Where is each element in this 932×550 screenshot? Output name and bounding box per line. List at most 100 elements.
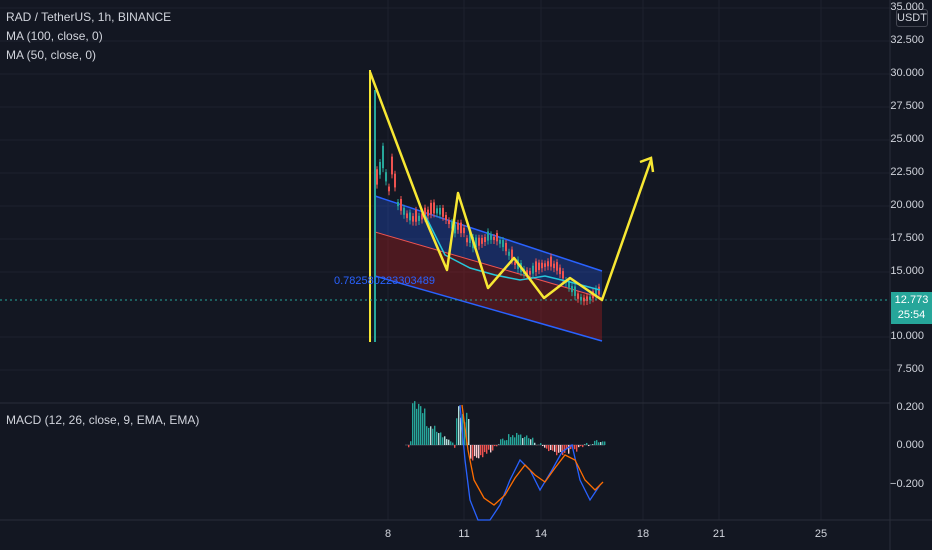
histogram-bar <box>496 445 498 447</box>
candle-body <box>457 222 459 230</box>
candle-body <box>436 208 438 214</box>
candle-body <box>496 233 498 242</box>
histogram-bar <box>484 445 486 453</box>
candle-body <box>412 216 414 222</box>
histogram-bar <box>458 406 460 445</box>
macd-legend[interactable]: MACD (12, 26, close, 9, EMA, EMA) <box>6 413 199 427</box>
histogram-bar <box>522 438 524 445</box>
chart-canvas[interactable] <box>0 0 932 550</box>
histogram-bar <box>516 432 518 445</box>
candle-body <box>538 262 540 271</box>
histogram-bar <box>518 434 520 445</box>
candle-body <box>589 296 591 300</box>
bar-countdown: 25:54 <box>897 309 926 321</box>
histogram-bar <box>452 442 454 445</box>
candle-body <box>478 237 480 246</box>
histogram-bar <box>470 445 472 459</box>
histogram-bar <box>514 437 516 445</box>
histogram-bar <box>584 444 586 445</box>
last-price-badge: 12.773 25:54 <box>891 292 932 324</box>
histogram-bar <box>486 445 488 454</box>
histogram-bar <box>600 442 602 445</box>
candle-body <box>430 202 432 215</box>
candle-body <box>382 145 384 169</box>
candle-body <box>502 239 504 248</box>
macd-tick: 0.200 <box>896 401 924 413</box>
histogram-bar <box>502 438 504 445</box>
candle-body <box>460 222 462 234</box>
candle-body <box>379 162 381 175</box>
ma-100-legend[interactable]: MA (100, close, 0) <box>6 29 103 43</box>
candle-body <box>547 261 549 267</box>
candle-body <box>463 227 465 234</box>
candle-body <box>577 293 579 299</box>
price-tick: 35.000 <box>890 1 924 13</box>
macd-line <box>459 404 601 521</box>
histogram-bar <box>454 445 456 448</box>
histogram-bar <box>482 445 484 458</box>
histogram-bar <box>472 445 474 461</box>
histogram-bar <box>552 445 554 451</box>
histogram-bar <box>442 437 444 445</box>
last-price-value: 12.773 <box>894 294 929 306</box>
histogram-bar <box>488 445 490 450</box>
candle-body <box>418 215 420 221</box>
price-tick: 20.000 <box>890 199 924 211</box>
histogram-bar <box>450 441 452 445</box>
histogram-bar <box>592 444 594 445</box>
symbol-title[interactable]: RAD / TetherUS, 1h, BINANCE <box>6 10 171 24</box>
candle-body <box>406 213 408 219</box>
price-tick: 7.500 <box>896 363 924 375</box>
histogram-bar <box>446 439 448 445</box>
histogram-bar <box>422 413 424 445</box>
histogram-bar <box>504 440 506 445</box>
candle-body <box>505 242 507 252</box>
price-tick: 15.000 <box>890 265 924 277</box>
histogram-bar <box>540 443 542 445</box>
candle-body <box>448 220 450 225</box>
histogram-bar <box>542 445 544 447</box>
histogram-bar <box>430 426 432 445</box>
price-tick: 25.000 <box>890 133 924 145</box>
candle-body <box>571 286 573 293</box>
histogram-bar <box>492 445 494 451</box>
histogram-bar <box>508 434 510 445</box>
candle-body <box>493 236 495 241</box>
ma-50-legend[interactable]: MA (50, close, 0) <box>6 48 96 62</box>
histogram-bar <box>474 445 476 457</box>
candle-body <box>466 238 468 243</box>
histogram-bar <box>438 433 440 445</box>
histogram-bar <box>532 437 534 445</box>
candle-body <box>400 198 402 211</box>
histogram-bar <box>414 401 416 445</box>
candle-body <box>583 297 585 302</box>
histogram-bar <box>560 445 562 452</box>
price-tick: 30.000 <box>890 67 924 79</box>
price-tick: 10.000 <box>890 330 924 342</box>
candle-body <box>499 239 501 244</box>
histogram-bar <box>586 442 588 445</box>
histogram-bar <box>580 445 582 447</box>
macd-tick: −0.200 <box>890 478 924 490</box>
histogram-bar <box>440 432 442 445</box>
histogram-bar <box>410 441 412 445</box>
histogram-bar <box>562 445 564 456</box>
histogram-bar <box>550 445 552 451</box>
candle-body <box>394 173 396 188</box>
histogram-bar <box>578 445 580 448</box>
candle-body <box>484 237 486 243</box>
time-tick: 11 <box>458 528 470 540</box>
histogram-bar <box>448 439 450 445</box>
histogram-bar <box>444 436 446 445</box>
histogram-bar <box>530 439 532 445</box>
histogram-bar <box>546 445 548 449</box>
histogram-bar <box>602 441 604 445</box>
candle-body <box>532 265 534 274</box>
candle-body <box>427 209 429 216</box>
histogram-bar <box>520 434 522 445</box>
price-tick: 32.500 <box>890 34 924 46</box>
candle-body <box>562 271 564 279</box>
candle-body <box>433 202 435 214</box>
histogram-bar <box>510 437 512 445</box>
candle-body <box>529 270 531 275</box>
